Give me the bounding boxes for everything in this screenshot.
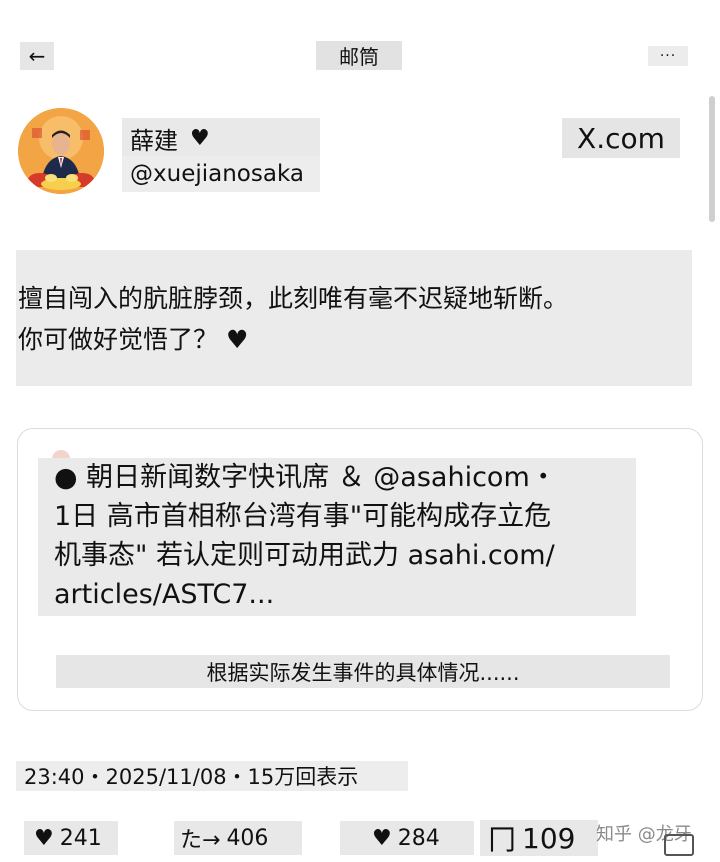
share-icon[interactable] [664,834,694,856]
repost-icon: た→ [180,828,221,853]
quoted-line: 1日 高市首相称台湾有事"可能构成存立危 [54,501,552,532]
heart-icon: ♥ [190,125,210,151]
bookmark-count: 109 [522,821,576,855]
more-options-button[interactable]: ··· [648,46,688,66]
scrollbar-thumb[interactable] [709,96,715,222]
avatar-portrait-icon [18,108,104,194]
author-name: 薛建 [130,126,178,155]
page-title: 邮筒 [316,41,402,70]
bookmark-icon: 冂 [488,823,517,856]
back-arrow-icon: ← [28,44,46,68]
favorite-count: 284 [397,825,440,851]
bookmark-button[interactable]: 冂 109 [480,820,598,856]
post-meta: 23:40・2025/11/08・15万回表示 [16,761,408,791]
quoted-summary: 根据实际发生事件的具体情况...... [56,655,670,688]
author-name-row[interactable]: 薛建 ♥ [122,118,320,158]
quoted-line: articles/ASTC7... [54,579,275,610]
post-body: 擅自闯入的肮脏脖颈，此刻唯有毫不迟疑地斩断。 你可做好觉悟了？ ♥ [16,250,692,386]
source-link[interactable]: X.com [562,118,680,158]
more-dots-icon: ··· [659,48,677,64]
favorite-button[interactable]: ♥ 284 [340,821,474,855]
author-handle[interactable]: @xuejianosaka [122,156,320,192]
quoted-line: 机事态" 若认定则可动用武力 asahi.com/ [54,540,555,571]
quoted-line: ● 朝日新闻数字快讯席 ＆ @asahicom・ [54,462,557,493]
post-line: 你可做好觉悟了？ ♥ [18,325,249,354]
avatar[interactable] [18,108,104,194]
heart-icon: ♥ [34,825,54,851]
like-button[interactable]: ♥ 241 [24,821,118,855]
repost-count: 406 [226,825,269,851]
like-count: 241 [59,825,102,851]
back-button[interactable]: ← [20,42,54,70]
heart-icon: ♥ [372,825,392,851]
repost-button[interactable]: た→ 406 [174,821,302,855]
post-line: 擅自闯入的肮脏脖颈，此刻唯有毫不迟疑地斩断。 [18,284,569,313]
quoted-post-text: ● 朝日新闻数字快讯席 ＆ @asahicom・ 1日 高市首相称台湾有事"可能… [38,458,636,616]
